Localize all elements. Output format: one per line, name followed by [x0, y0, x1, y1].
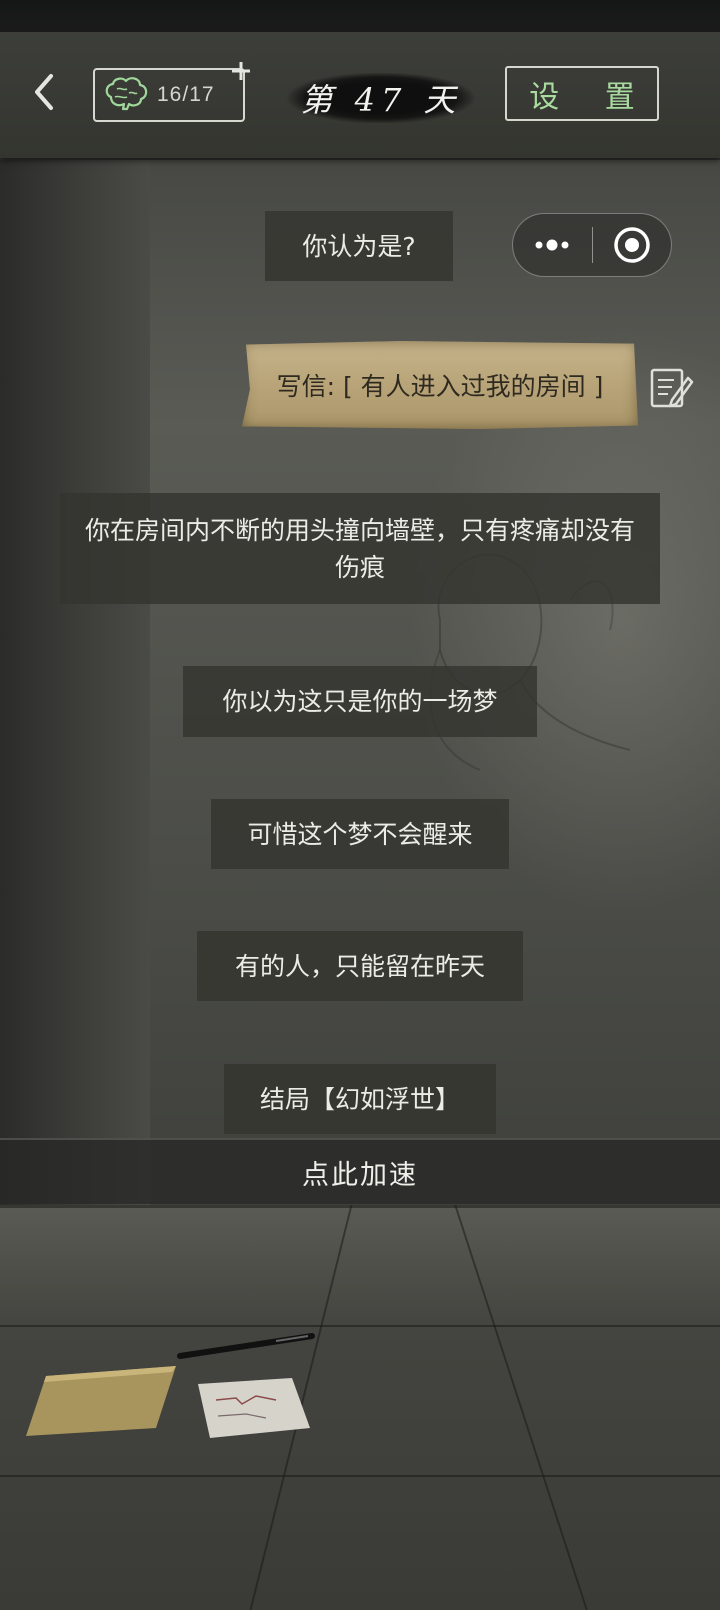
question-text: 你认为是? [302, 231, 416, 261]
brain-icon [105, 77, 148, 111]
settings-button[interactable]: 设 置 [505, 66, 659, 121]
close-button[interactable] [593, 214, 672, 276]
ending-text: 结局【幻如浮世】 [259, 1084, 460, 1114]
edit-note-icon[interactable] [648, 364, 694, 410]
speed-up-button[interactable]: 点此加速 [0, 1138, 720, 1204]
plus-icon[interactable] [230, 60, 252, 82]
brain-energy-counter[interactable]: 16/17 [93, 68, 245, 122]
question-bubble: 你认为是? [265, 211, 453, 281]
narration-bubble-4: 有的人，只能留在昨天 [197, 931, 523, 1001]
day-label: 第 47 天 [300, 81, 462, 119]
chevron-left-icon [35, 74, 53, 110]
narration-text-3: 可惜这个梦不会醒来 [247, 819, 473, 849]
speed-up-label: 点此加速 [302, 1159, 418, 1191]
back-button[interactable] [24, 70, 64, 114]
day-banner: 第 47 天 [286, 73, 476, 123]
brain-count: 16/17 [157, 83, 215, 106]
choice-text: 写信: [ 有人进入过我的房间 ] [276, 372, 604, 401]
settings-label: 设 置 [529, 79, 653, 115]
more-dots-icon [535, 239, 569, 251]
narration-text-2: 你以为这只是你的一场梦 [222, 687, 498, 716]
narration-bubble-3: 可惜这个梦不会醒来 [211, 799, 509, 869]
narration-text-1: 你在房间内不断的用头撞向墙壁，只有疼痛却没有伤痕 [84, 515, 635, 582]
target-circle-icon [614, 227, 650, 263]
notebook-prop [26, 1366, 176, 1436]
left-wall [0, 0, 150, 1330]
narration-bubble-2: 你以为这只是你的一场梦 [183, 666, 537, 737]
pen-prop [177, 1333, 315, 1359]
choice-letter: 写信: [ 有人进入过我的房间 ] [242, 341, 638, 429]
note-paper-prop [198, 1378, 310, 1438]
narration-bubble-1: 你在房间内不断的用头撞向墙壁，只有疼痛却没有伤痕 [60, 493, 660, 604]
ending-bubble: 结局【幻如浮世】 [224, 1064, 496, 1134]
more-button[interactable] [513, 214, 592, 276]
mini-program-capsule [512, 213, 672, 277]
narration-text-4: 有的人，只能留在昨天 [234, 951, 485, 981]
